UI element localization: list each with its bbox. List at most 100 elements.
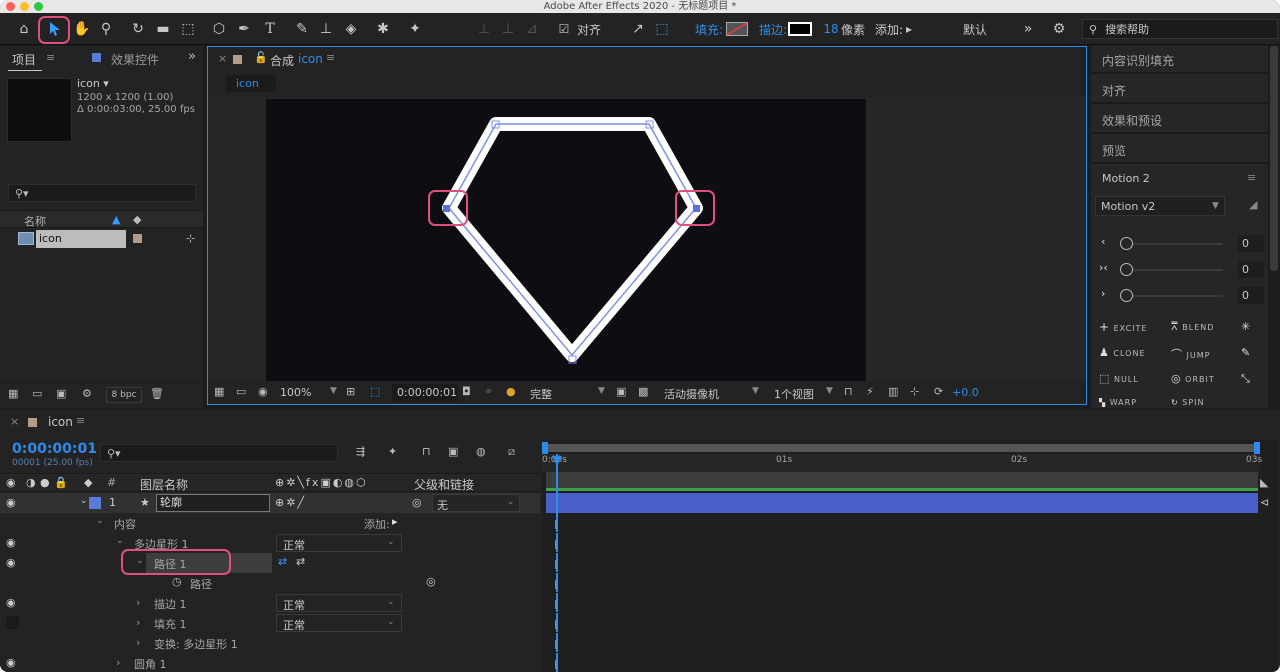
transparency-grid-icon[interactable]: ▩ [638, 385, 648, 398]
fill-swatch[interactable] [726, 19, 748, 39]
tab-effects[interactable]: 效果控件 [111, 51, 159, 68]
delete-icon[interactable]: 🗑 [150, 387, 164, 400]
parent-select[interactable]: 无 ⌄ [432, 494, 520, 512]
blend-mode-select[interactable]: 正常 ⌄ [276, 614, 402, 632]
region-of-interest-icon[interactable]: ▣ [616, 385, 626, 398]
right-item-1[interactable]: 对齐 [1091, 76, 1268, 104]
slider-value[interactable]: 0 [1238, 235, 1264, 252]
label-color-swatch[interactable] [133, 234, 142, 243]
panel-menu-icon[interactable]: ≡ [46, 51, 55, 64]
pick-whip-icon[interactable]: ◎ [426, 575, 436, 588]
property-row-contents[interactable]: ⌄ 内容 添加: ▸ [0, 513, 540, 533]
camera-select[interactable]: 活动摄像机 [664, 386, 719, 402]
project-settings-icon[interactable]: ⚙ [82, 387, 92, 400]
path-direction-icon[interactable]: ⇄ [278, 555, 287, 568]
motion-version-select[interactable]: Motion v2 ▼ [1095, 196, 1225, 216]
world-axis-icon[interactable]: ⊥ [498, 19, 518, 39]
slider-handle[interactable] [1120, 289, 1133, 302]
camera-tool-icon[interactable]: ▬ [152, 19, 174, 39]
slider-track[interactable] [1123, 243, 1223, 245]
timeline-search-input[interactable]: ⚲▾ [100, 444, 338, 462]
draft-3d-icon[interactable]: ✦ [388, 445, 397, 458]
reset-exposure-icon[interactable]: ⟳ [934, 385, 943, 398]
workspace-default[interactable]: 默认 [960, 19, 990, 39]
visibility-off-box[interactable] [6, 616, 19, 629]
chevron-right-icon[interactable]: › [136, 636, 140, 649]
bit-depth-button[interactable]: 8 bpc [106, 387, 142, 403]
property-row-fill[interactable]: › 填充 1 正常 ⌄ [0, 613, 540, 633]
vr-icon[interactable]: ◉ [258, 385, 268, 398]
property-row-path[interactable]: ◉ ⌄ 路径 1 ⇄ ⇄ [0, 549, 540, 575]
column-number[interactable]: # [107, 476, 116, 489]
clone-stamp-tool-icon[interactable]: ⊥ [316, 19, 336, 39]
chevron-down-icon[interactable]: ⌄ [96, 516, 104, 526]
time-graph[interactable]: 0:00s 01s 02s 03s ◣ ⊲ I I I I I I [542, 440, 1278, 672]
work-area-bar[interactable] [544, 444, 1260, 452]
solo-icon[interactable]: ● [40, 476, 50, 489]
slider-handle[interactable] [1120, 237, 1133, 250]
panel-menu-icon[interactable]: ≡ [76, 414, 85, 427]
comp-tab-name[interactable]: icon [298, 52, 323, 66]
chevron-down-icon[interactable]: ▼ [330, 386, 337, 396]
comp-marker-icon[interactable]: ⊲ [1260, 496, 1269, 509]
comp-end-marker-icon[interactable]: ◣ [1260, 476, 1268, 489]
slider-track[interactable] [1123, 269, 1223, 271]
eraser-tool-icon[interactable]: ◈ [340, 19, 362, 39]
motion-slider-row[interactable]: ›‹ 0 [1091, 260, 1268, 280]
timeline-icon[interactable]: ▥ [888, 385, 898, 398]
snap-icon[interactable]: ↗ [628, 19, 648, 39]
property-row-round-corners[interactable]: ◉ › 圆角 1 [0, 653, 540, 672]
local-axis-icon[interactable]: ⊥ [474, 19, 494, 39]
stopwatch-icon[interactable]: ◷ [172, 575, 182, 588]
view-axis-icon[interactable]: ⊿ [522, 19, 542, 39]
interpret-footage-icon[interactable]: ▦ [8, 387, 18, 400]
tab-project[interactable]: 项目 [12, 51, 36, 68]
layer-duration-bar[interactable] [546, 493, 1258, 513]
monitor-icon[interactable]: ▭ [236, 385, 246, 398]
puppet-tool-icon[interactable]: ✦ [404, 19, 426, 39]
spin-button[interactable]: ↻ SPIN [1171, 398, 1241, 408]
timeline-current-time[interactable]: 0:00:00:01 [12, 441, 97, 457]
panel-menu-icon[interactable]: ≡ [1247, 171, 1256, 184]
minimize-window-button[interactable] [20, 2, 29, 11]
shy-layers-icon[interactable]: ⊓ [422, 445, 431, 458]
chevron-down-icon[interactable]: ⌄ [116, 536, 124, 546]
clone-button[interactable]: ♟ CLONE [1099, 346, 1169, 362]
column-layer-name[interactable]: 图层名称 [140, 476, 188, 493]
help-search-field[interactable]: ⚲ 搜索帮助 [1082, 19, 1278, 39]
slider-track[interactable] [1123, 295, 1223, 297]
pen-tool-icon[interactable]: ✒ [234, 19, 254, 39]
exposure-value[interactable]: +0.0 [952, 386, 979, 399]
toggle-pixel-aspect-icon[interactable]: ⊓ [844, 385, 853, 398]
pan-behind-tool-icon[interactable]: ⬚ [178, 19, 198, 39]
flowchart-icon[interactable]: ⊹ [186, 232, 195, 245]
blend-button[interactable]: ⩞ BLEND [1171, 320, 1241, 336]
right-item-0[interactable]: 内容识别填充 [1091, 46, 1268, 74]
comp-viewer[interactable] [208, 97, 1086, 381]
right-item-2[interactable]: 效果和预设 [1091, 106, 1268, 134]
text-tool-icon[interactable]: T [260, 19, 280, 39]
null-button[interactable]: ⬚ NULL [1099, 372, 1169, 388]
right-panel-scrollbar[interactable] [1270, 46, 1278, 271]
composition-mini-flowchart-icon[interactable]: ⇶ [356, 445, 365, 458]
graph-editor-icon[interactable]: ⧄ [508, 445, 515, 459]
pick-whip-icon[interactable]: ◎ [412, 496, 422, 509]
excite-button[interactable]: + EXCITE [1099, 320, 1169, 336]
column-parent-link[interactable]: 父级和链接 [414, 476, 474, 493]
lock-icon[interactable]: 🔓 [254, 51, 268, 64]
layer-name-field[interactable]: 轮廓 [156, 494, 270, 512]
slider-value[interactable]: 0 [1238, 261, 1264, 278]
orbit-button[interactable]: ◎ ORBIT [1171, 372, 1241, 388]
motion-slider-row[interactable]: › 0 [1091, 286, 1268, 306]
sort-ascending-icon[interactable]: ▲ [112, 213, 120, 226]
motion-panel-corner-icon[interactable]: ◢ [1249, 198, 1257, 211]
add-property-icon[interactable]: ▸ [392, 515, 398, 528]
chevron-down-icon[interactable]: ▼ [752, 386, 759, 396]
close-tab-icon[interactable]: × [218, 52, 227, 65]
shape-outline[interactable] [208, 97, 1086, 380]
close-tab-icon[interactable]: × [10, 415, 19, 428]
project-item-name[interactable]: icon [36, 230, 126, 248]
eye-icon[interactable]: ◉ [6, 496, 16, 509]
label-column-icon[interactable]: ◆ [133, 213, 141, 226]
timeline-tab[interactable]: icon [48, 415, 73, 429]
